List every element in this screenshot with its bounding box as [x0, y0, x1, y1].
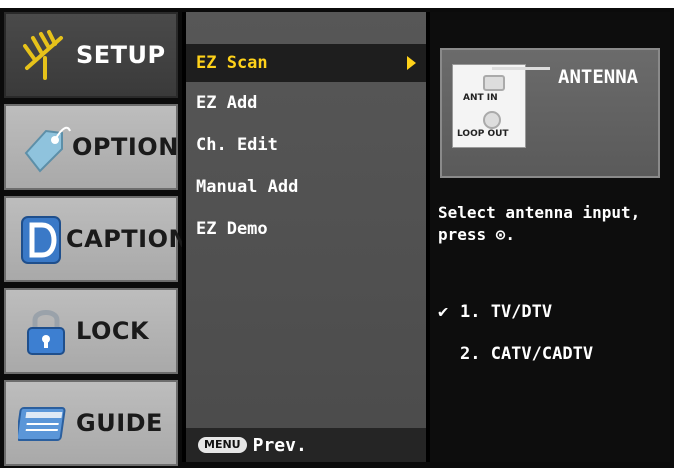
instruction-line-2: press ⊙.	[438, 225, 516, 244]
submenu-item-label: Manual Add	[196, 177, 299, 197]
tv-rear-panel-icon: ANT IN LOOP OUT	[452, 64, 526, 148]
antenna-option-tv-dtv[interactable]: ✔ 1. TV/DTV	[438, 302, 552, 322]
antenna-diagram: ANT IN LOOP OUT ANTENNA	[440, 48, 660, 178]
option-label: 1. TV/DTV	[460, 302, 553, 322]
submenu-item-ez-add[interactable]: EZ Add	[186, 84, 426, 122]
category-caption[interactable]: CAPTION	[4, 196, 189, 282]
instruction-text: Select antenna input, press ⊙.	[438, 202, 668, 246]
column-divider	[182, 12, 186, 462]
caption-d-icon	[16, 209, 66, 269]
loop-out-connector-icon	[483, 111, 501, 129]
ant-in-label: ANT IN	[463, 93, 498, 103]
category-guide[interactable]: GUIDE	[4, 380, 178, 466]
submenu-item-ez-scan[interactable]: EZ Scan	[186, 44, 426, 82]
submenu-item-label: EZ Scan	[196, 53, 268, 73]
category-option[interactable]: OPTION	[4, 104, 178, 190]
category-label: OPTION	[72, 133, 179, 161]
category-lock[interactable]: LOCK	[4, 288, 178, 374]
tag-icon	[16, 117, 72, 177]
instruction-line-1: Select antenna input,	[438, 203, 641, 222]
top-border	[0, 0, 674, 8]
info-panel: ANT IN LOOP OUT ANTENNA Select antenna i…	[430, 12, 670, 462]
column-divider	[426, 12, 430, 462]
category-label: CAPTION	[66, 225, 190, 253]
checkmark-icon: ✔	[438, 302, 449, 322]
option-label: 2. CATV/CADTV	[460, 344, 594, 364]
category-label: SETUP	[76, 41, 166, 69]
arrow-right-icon	[407, 56, 416, 70]
submenu-item-label: Ch. Edit	[196, 135, 278, 155]
submenu-item-label: EZ Demo	[196, 219, 268, 239]
category-label: LOCK	[76, 317, 150, 345]
padlock-icon	[16, 301, 76, 361]
submenu-item-manual-add[interactable]: Manual Add	[186, 168, 426, 206]
submenu-panel: EZ Scan EZ Add Ch. Edit Manual Add EZ De…	[186, 12, 426, 462]
category-label: GUIDE	[76, 409, 163, 437]
submenu-item-ez-demo[interactable]: EZ Demo	[186, 210, 426, 248]
category-setup[interactable]: SETUP	[4, 12, 178, 98]
prev-label: Prev.	[252, 434, 307, 456]
prev-hint[interactable]: MENU Prev.	[186, 428, 426, 462]
guide-card-icon	[16, 393, 76, 453]
menu-button-icon: MENU	[198, 437, 247, 453]
submenu-item-label: EZ Add	[196, 93, 258, 113]
submenu-item-ch-edit[interactable]: Ch. Edit	[186, 126, 426, 164]
antenna-option-catv-cadtv[interactable]: 2. CATV/CADTV	[438, 344, 593, 364]
antenna-label: ANTENNA	[558, 66, 639, 88]
antenna-wire	[492, 67, 550, 70]
ant-in-connector-icon	[483, 75, 505, 91]
loop-out-label: LOOP OUT	[457, 129, 509, 139]
category-column: SETUP OPTION CAPTION LOCK GUIDE	[4, 12, 189, 466]
antenna-icon	[16, 25, 76, 85]
